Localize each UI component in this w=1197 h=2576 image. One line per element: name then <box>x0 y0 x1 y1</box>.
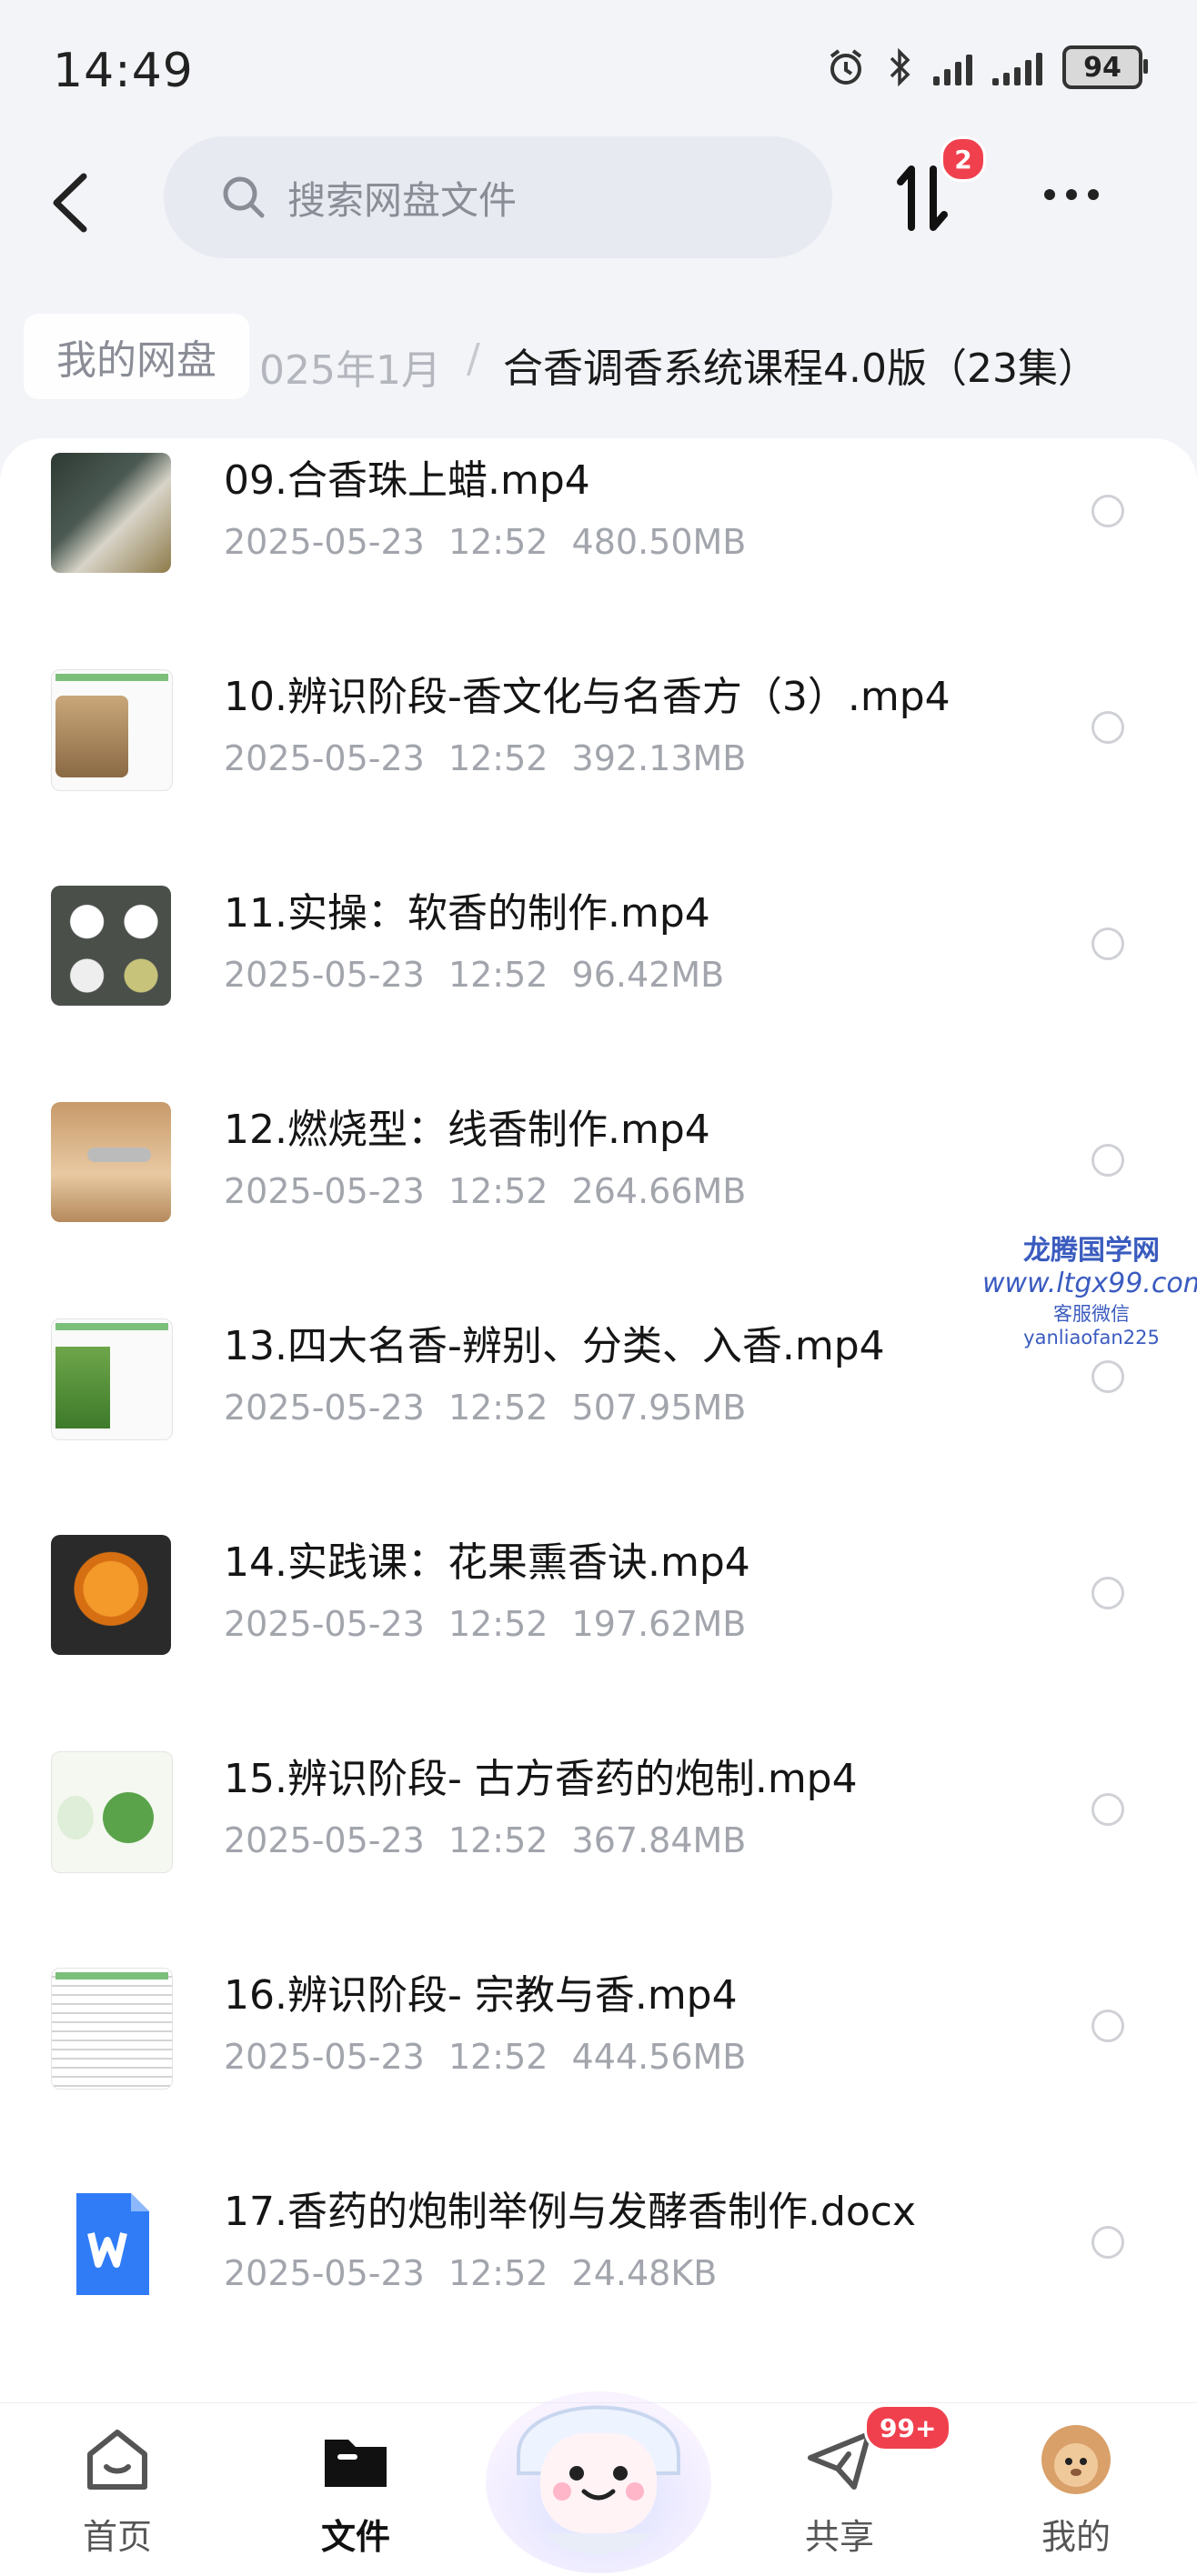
watermark: 龙腾国学网 www.ltgx99.com 客服微信 yanliaofan225 <box>982 1228 1197 1348</box>
more-icon[interactable] <box>1044 189 1099 200</box>
tab-home[interactable]: 首页 <box>49 2421 186 2559</box>
file-name: 14.实践课：花果熏香诀.mp4 <box>224 1539 750 1586</box>
signal-icon <box>933 49 972 85</box>
file-thumbnail <box>51 1751 173 1873</box>
folder-icon <box>325 2440 387 2487</box>
file-thumbnail <box>51 1968 173 2090</box>
breadcrumb-folder[interactable]: 025年1月 <box>259 337 441 396</box>
tab-files[interactable]: 文件 <box>287 2421 424 2559</box>
select-radio[interactable] <box>1091 927 1124 960</box>
file-meta: 2025-05-23 12:52 197.62MB <box>224 1604 747 1644</box>
avatar-icon <box>1041 2425 1111 2494</box>
file-meta: 2025-05-23 12:52 392.13MB <box>224 738 747 778</box>
file-meta: 2025-05-23 12:52 24.48KB <box>224 2253 718 2293</box>
breadcrumb: 我的网盘 025年1月 / 合香调香系统课程4.0版（23集） <box>0 314 1197 414</box>
alarm-icon <box>830 49 862 85</box>
status-bar: 14:49 94 <box>0 0 1197 136</box>
battery-level: 94 <box>1083 51 1122 84</box>
back-arrow-icon[interactable] <box>45 171 100 235</box>
file-row[interactable]: 14.实践课：花果熏香诀.mp4 2025-05-23 12:52 197.62… <box>0 1520 1197 1702</box>
search-input[interactable]: 搜索网盘文件 <box>164 136 832 258</box>
file-name: 13.四大名香-辨别、分类、入香.mp4 <box>224 1323 885 1369</box>
tab-me-label: 我的 <box>1041 2517 1111 2557</box>
status-icons: 94 <box>826 45 1148 89</box>
file-list: 09.合香珠上蜡.mp4 2025-05-23 12:52 480.50MB 1… <box>0 438 1197 2402</box>
file-thumbnail <box>51 453 171 573</box>
breadcrumb-separator: / <box>467 336 480 382</box>
file-row[interactable]: 11.实操：软香的制作.mp4 2025-05-23 12:52 96.42MB <box>0 871 1197 1053</box>
transfer-badge: 2 <box>940 136 986 182</box>
select-radio[interactable] <box>1091 495 1124 527</box>
file-row[interactable]: 17.香药的炮制举例与发酵香制作.docx 2025-05-23 12:52 2… <box>0 2170 1197 2351</box>
file-thumbnail <box>51 1102 171 1222</box>
word-doc-icon <box>76 2193 149 2295</box>
select-radio[interactable] <box>1091 711 1124 744</box>
select-radio[interactable] <box>1091 1144 1124 1177</box>
file-name: 17.香药的炮制举例与发酵香制作.docx <box>224 2189 917 2235</box>
watermark-url: www.ltgx99.com <box>982 1268 1197 1299</box>
select-radio[interactable] <box>1091 2010 1124 2042</box>
watermark-title: 龙腾国学网 <box>1023 1235 1160 1267</box>
tab-files-label: 文件 <box>320 2517 390 2557</box>
file-row[interactable]: 15.辨识阶段- 古方香药的炮制.mp4 2025-05-23 12:52 36… <box>0 1737 1197 1919</box>
file-thumbnail <box>51 1318 173 1440</box>
search-placeholder: 搜索网盘文件 <box>287 177 518 223</box>
tab-home-label: 首页 <box>82 2517 152 2557</box>
file-row[interactable]: 16.辨识阶段- 宗教与香.mp4 2025-05-23 12:52 444.5… <box>0 1953 1197 2135</box>
breadcrumb-home[interactable]: 我的网盘 <box>24 314 249 399</box>
share-badge: 99+ <box>864 2404 952 2451</box>
bluetooth-icon <box>890 47 910 87</box>
file-meta: 2025-05-23 12:52 444.56MB <box>224 2037 747 2077</box>
file-thumbnail <box>51 886 171 1006</box>
breadcrumb-current: 合香调香系统课程4.0版（23集） <box>503 346 1098 392</box>
search-icon <box>223 176 265 218</box>
file-meta: 2025-05-23 12:52 480.50MB <box>224 522 747 562</box>
tab-me[interactable]: 我的 <box>1008 2421 1144 2559</box>
file-name: 11.实操：软香的制作.mp4 <box>224 890 710 937</box>
select-radio[interactable] <box>1091 2226 1124 2259</box>
file-thumbnail <box>51 669 173 791</box>
transfer-icon[interactable] <box>895 162 950 235</box>
select-radio[interactable] <box>1091 1793 1124 1826</box>
file-row[interactable]: 10.辨识阶段-香文化与名香方（3）.mp4 2025-05-23 12:52 … <box>0 655 1197 837</box>
battery-indicator: 94 <box>1062 45 1148 89</box>
file-meta: 2025-05-23 12:52 507.95MB <box>224 1388 747 1428</box>
mascot-assistant-icon[interactable] <box>482 2346 715 2575</box>
signal-icon-2 <box>992 49 1042 85</box>
file-name: 10.辨识阶段-香文化与名香方（3）.mp4 <box>224 674 951 720</box>
select-radio[interactable] <box>1091 1577 1124 1609</box>
watermark-contact: 客服微信 yanliaofan225 <box>1023 1303 1160 1348</box>
top-bar: 搜索网盘文件 2 <box>0 136 1197 264</box>
home-icon <box>87 2430 147 2490</box>
status-time: 14:49 <box>53 44 194 98</box>
file-name: 12.燃烧型：线香制作.mp4 <box>224 1107 710 1153</box>
file-name: 15.辨识阶段- 古方香药的炮制.mp4 <box>224 1756 858 1802</box>
tab-share-label: 共享 <box>804 2517 874 2557</box>
select-radio[interactable] <box>1091 1360 1124 1393</box>
file-thumbnail <box>51 1535 171 1655</box>
file-meta: 2025-05-23 12:52 367.84MB <box>224 1820 747 1860</box>
file-name: 16.辨识阶段- 宗教与香.mp4 <box>224 1972 738 2019</box>
file-row[interactable]: 09.合香珠上蜡.mp4 2025-05-23 12:52 480.50MB <box>0 438 1197 620</box>
file-name: 09.合香珠上蜡.mp4 <box>224 457 590 504</box>
file-meta: 2025-05-23 12:52 96.42MB <box>224 955 725 995</box>
file-meta: 2025-05-23 12:52 264.66MB <box>224 1171 747 1211</box>
